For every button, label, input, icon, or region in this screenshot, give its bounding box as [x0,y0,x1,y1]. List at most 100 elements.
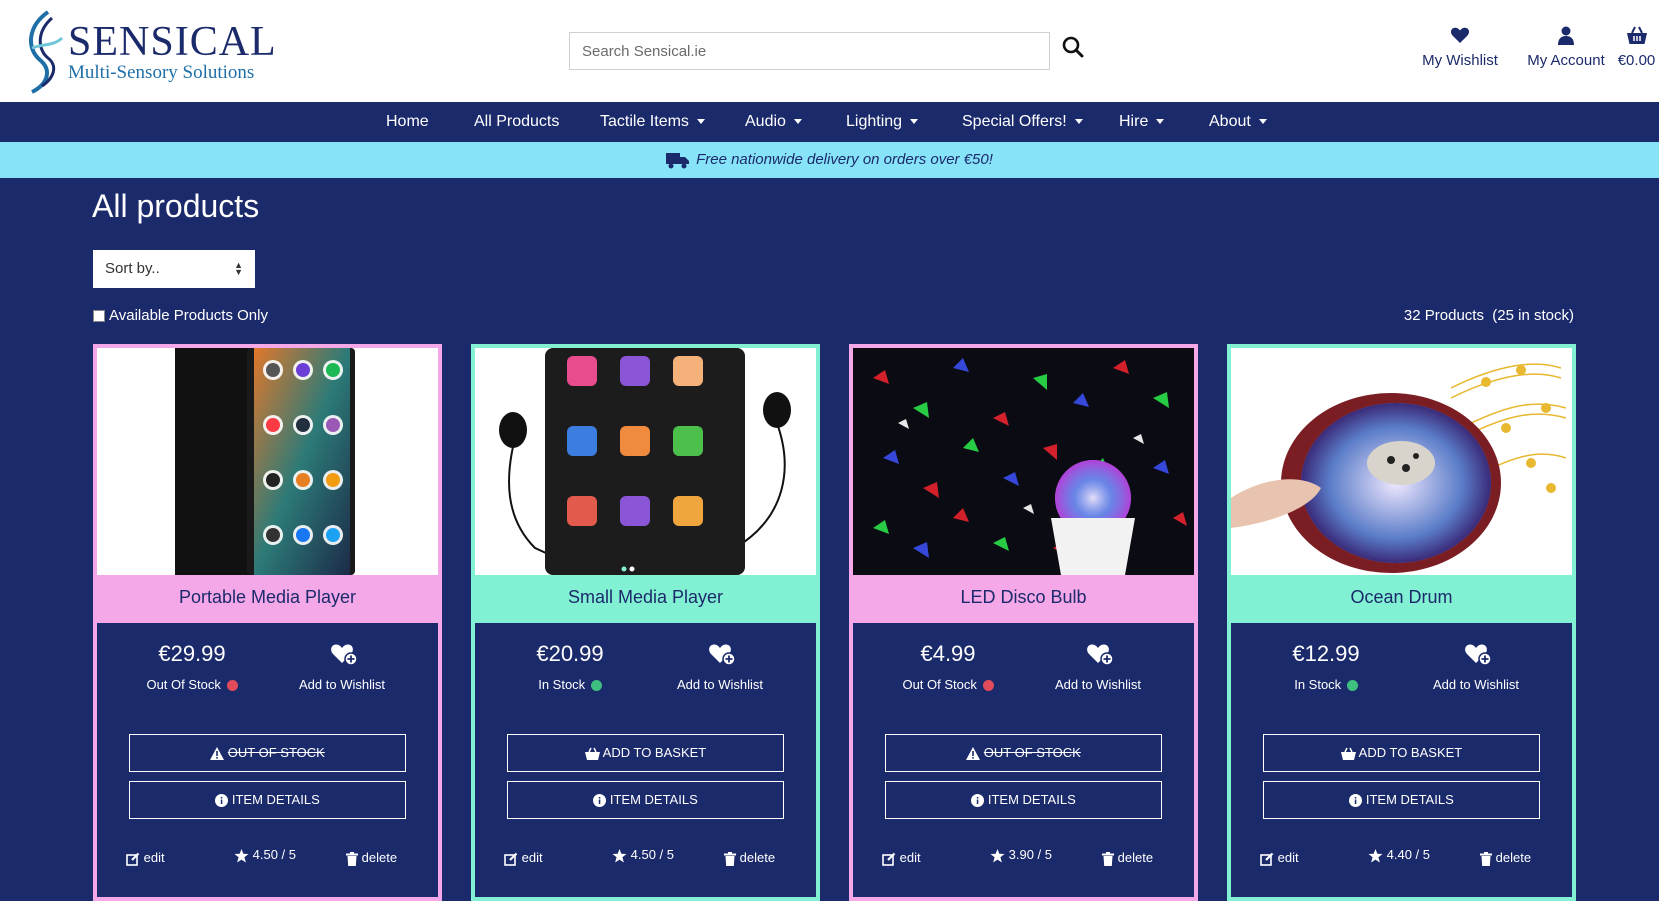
basket-icon [1340,747,1356,761]
out-of-stock-icon [982,680,994,692]
available-only-label: Available Products Only [109,307,268,324]
product-image[interactable] [97,348,438,575]
warning-icon [210,747,225,761]
delete-link[interactable]: delete [1480,850,1531,866]
warning-icon [966,747,981,761]
header-basket-link[interactable]: €0.00 [1614,24,1659,69]
info-icon [593,794,607,808]
delete-link[interactable]: delete [724,850,775,866]
star-icon [990,848,1005,863]
caret-down-icon [1156,119,1165,125]
available-only-checkbox[interactable] [93,309,105,322]
nav-hire[interactable]: Hire [1119,113,1165,131]
nav-audio[interactable]: Audio [745,113,802,131]
product-info: €29.99 Out Of Stock Add to Wishlist Out … [97,619,438,901]
media-player-image [97,348,438,575]
sort-select[interactable]: Sort by.. ▲ ▼ [93,250,255,288]
delete-link[interactable]: delete [346,850,397,866]
delete-link[interactable]: delete [1102,850,1153,866]
add-to-wishlist-label[interactable]: Add to Wishlist [1406,677,1546,692]
basket-total: €0.00 [1617,52,1656,69]
add-to-basket-button[interactable]: Add to Basket [1263,734,1540,772]
disco-bulb-image [853,348,1194,575]
edit-link[interactable]: edit [126,850,165,866]
truck-icon [666,153,690,169]
item-details-button[interactable]: Item Details [129,781,406,819]
edit-icon [126,852,140,866]
nav-tactile-items[interactable]: Tactile Items [600,113,705,131]
edit-link[interactable]: edit [1260,850,1299,866]
nav-special-offers[interactable]: Special Offers! [962,113,1083,131]
add-to-basket-button[interactable]: Add to Basket [507,734,784,772]
trash-icon [1480,851,1492,866]
add-to-wishlist-label[interactable]: Add to Wishlist [1028,677,1168,692]
info-icon [971,794,985,808]
basket-icon [1626,26,1647,44]
edit-icon [504,852,518,866]
product-name[interactable]: Ocean Drum [1231,575,1572,619]
in-stock-icon [1346,680,1358,692]
star-icon [1368,848,1383,863]
item-details-button[interactable]: Item Details [507,781,784,819]
product-rating: 4.40 / 5 [1368,847,1430,863]
wishlist-add-icon[interactable] [708,641,736,667]
product-price: €29.99 [158,641,226,666]
page-title: All products [92,188,260,224]
edit-link[interactable]: edit [504,850,543,866]
wishlist-add-icon[interactable] [1464,641,1492,667]
edit-icon [882,852,896,866]
product-info: €12.99 In Stock Add to Wishlist Add to B… [1231,619,1572,901]
nav-about[interactable]: About [1209,113,1267,131]
heart-icon [1450,27,1470,43]
basket-icon [584,747,600,761]
product-name[interactable]: LED Disco Bulb [853,575,1194,619]
header-account-link[interactable]: My Account [1512,24,1620,69]
product-name[interactable]: Portable Media Player [97,575,438,619]
wishlist-add-icon[interactable] [330,641,358,667]
trash-icon [724,851,736,866]
product-name[interactable]: Small Media Player [475,575,816,619]
nav-lighting[interactable]: Lighting [846,113,919,131]
nav-home[interactable]: Home [386,113,429,131]
product-rating: 3.90 / 5 [990,847,1052,863]
product-image[interactable] [1231,348,1572,575]
select-arrows-icon: ▲ ▼ [234,260,243,277]
trash-icon [346,851,358,866]
add-to-wishlist-label[interactable]: Add to Wishlist [650,677,790,692]
delivery-message: Free nationwide delivery on orders over … [696,151,993,168]
item-details-button[interactable]: Item Details [885,781,1162,819]
header-wishlist-link[interactable]: My Wishlist [1412,24,1508,69]
stock-status: Out Of Stock [97,677,287,692]
product-card: Ocean Drum €12.99 In Stock Add to Wishli… [1227,344,1576,901]
trash-icon [1102,851,1114,866]
account-label: My Account [1527,52,1605,69]
delivery-banner: Free nationwide delivery on orders over … [0,142,1659,178]
available-only-filter[interactable]: Available Products Only [93,307,268,324]
wishlist-add-icon[interactable] [1086,641,1114,667]
search-input[interactable] [569,32,1050,70]
caret-down-icon [910,119,919,125]
caret-down-icon [696,119,705,125]
product-rating: 4.50 / 5 [234,847,296,863]
product-rating: 4.50 / 5 [612,847,674,863]
edit-link[interactable]: edit [882,850,921,866]
search-button[interactable] [1062,36,1088,62]
sort-value: Sort by.. [105,260,160,277]
item-details-button[interactable]: Item Details [1263,781,1540,819]
brand-logo[interactable]: SENSICAL Multi-Sensory Solutions [18,8,276,94]
media-player-image [475,348,816,575]
product-info: €20.99 In Stock Add to Wishlist Add to B… [475,619,816,901]
product-image[interactable] [853,348,1194,575]
nav-all-products[interactable]: All Products [474,113,559,131]
caret-down-icon [1074,119,1083,125]
add-to-wishlist-label[interactable]: Add to Wishlist [272,677,412,692]
product-price: €12.99 [1292,641,1360,666]
stock-status: In Stock [475,677,665,692]
product-image[interactable] [475,348,816,575]
star-icon [234,848,249,863]
logo-swirl-icon [28,10,64,94]
site-header: SENSICAL Multi-Sensory Solutions My Wish… [0,0,1659,102]
wishlist-label: My Wishlist [1422,52,1498,69]
star-icon [612,848,627,863]
in-stock-icon [590,680,602,692]
